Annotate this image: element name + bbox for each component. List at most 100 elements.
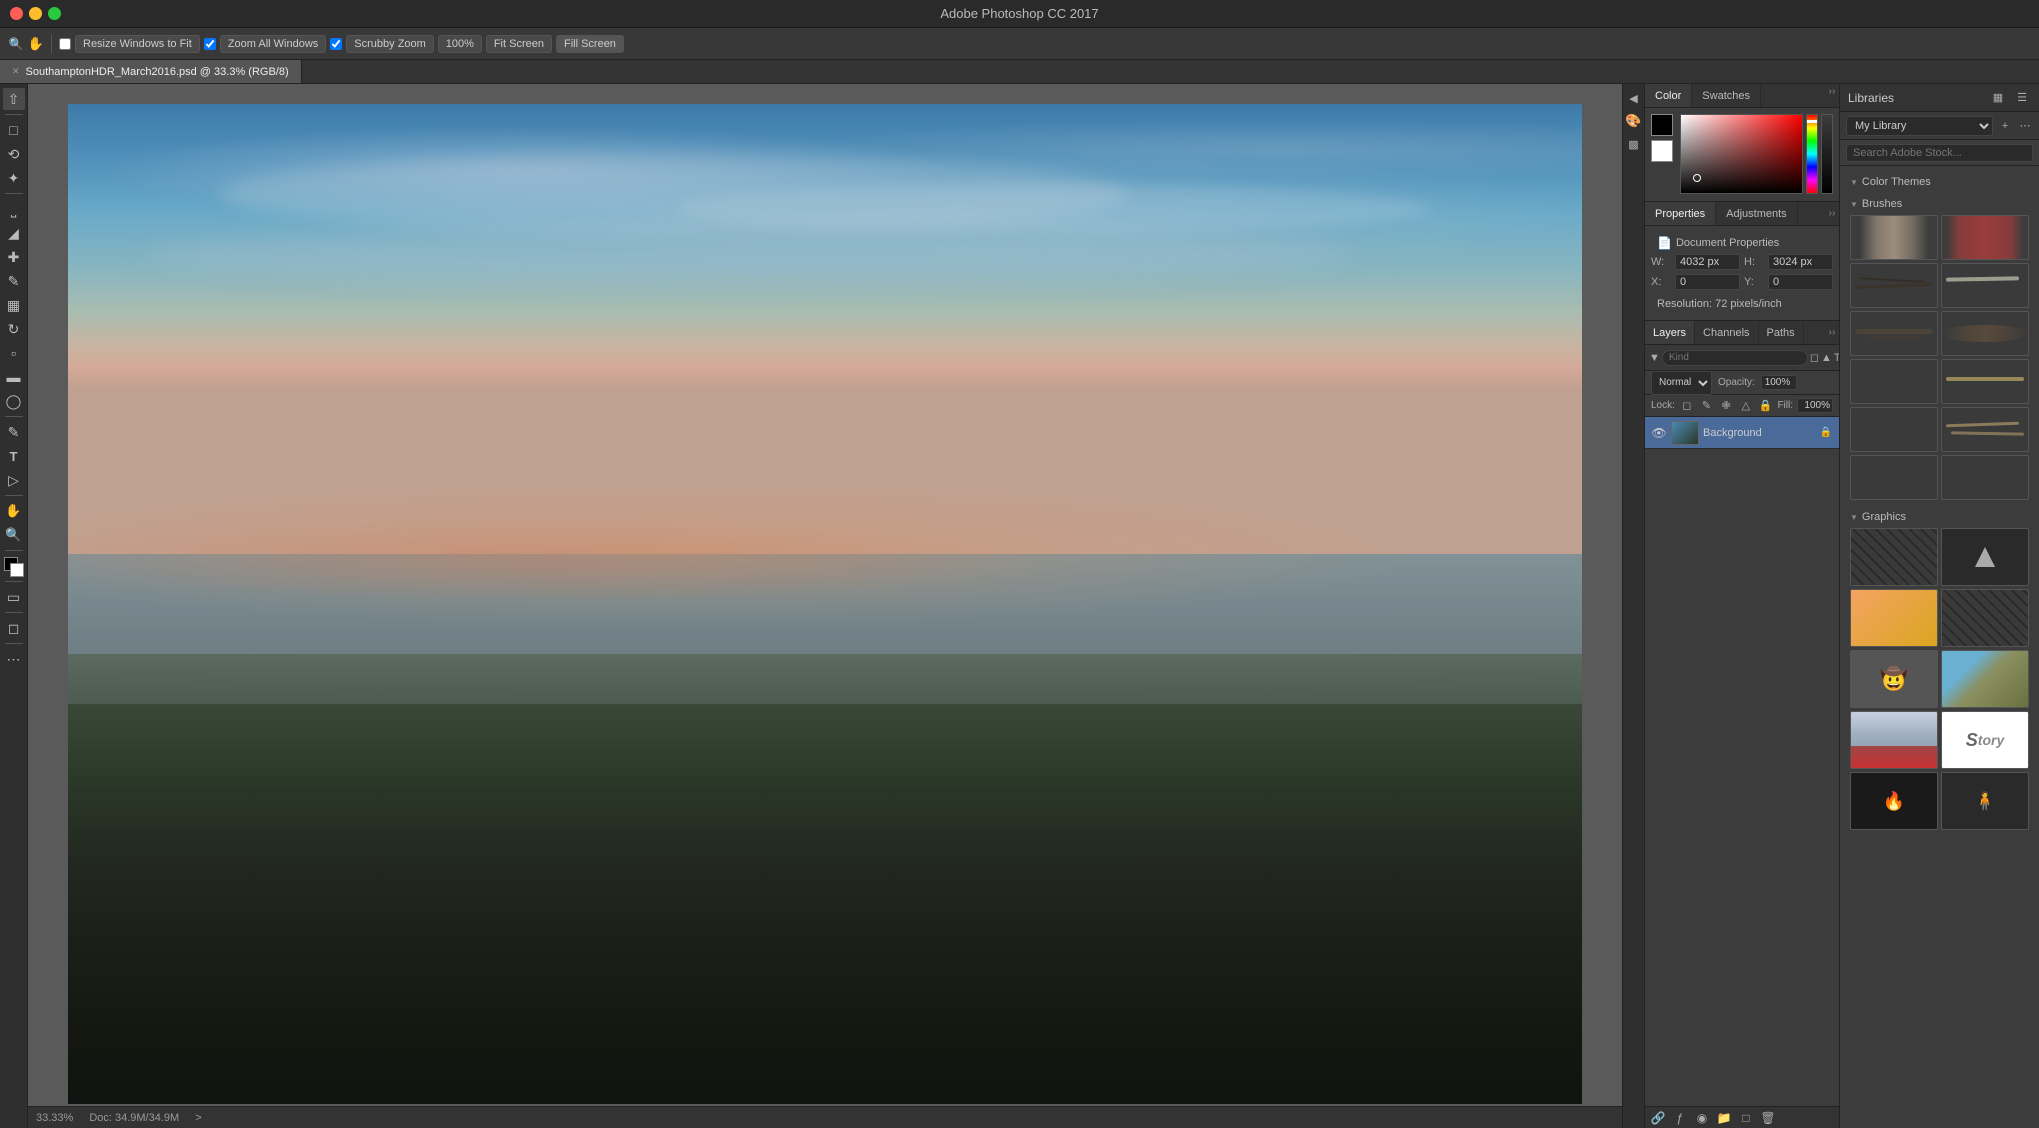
library-select[interactable]: My Library <box>1846 116 1993 136</box>
brush-item-3[interactable] <box>1850 263 1938 308</box>
graphics-item-7[interactable] <box>1850 711 1938 769</box>
document-tab[interactable]: ✕ SouthamptonHDR_March2016.psd @ 33.3% (… <box>0 60 302 83</box>
graphics-item-9[interactable]: 🔥 <box>1850 772 1938 830</box>
y-value[interactable]: 0 <box>1768 274 1833 290</box>
stamp-tool[interactable]: ▦ <box>3 294 25 316</box>
layer-visibility-toggle[interactable]: 👁 <box>1651 425 1667 441</box>
search-icon[interactable]: 🔍 <box>8 36 24 52</box>
lock-artboard-btn[interactable]: △ <box>1738 398 1754 414</box>
mini-tool-btn-2[interactable]: ▩ <box>1624 134 1644 154</box>
opacity-input[interactable] <box>1761 375 1797 390</box>
width-value[interactable]: 4032 px <box>1675 254 1740 270</box>
graphics-item-2[interactable] <box>1941 528 2029 586</box>
brush-item-11[interactable] <box>1850 455 1938 500</box>
graphics-item-5[interactable]: 🤠 <box>1850 650 1938 708</box>
lock-all-btn[interactable]: 🔒 <box>1758 398 1774 414</box>
resize-windows-btn[interactable]: Resize Windows to Fit <box>75 35 200 53</box>
layers-panel-close[interactable]: ›› <box>1825 326 1839 340</box>
brush-item-5[interactable] <box>1850 311 1938 356</box>
heal-tool[interactable]: ✚ <box>3 246 25 268</box>
brush-item-12[interactable] <box>1941 455 2029 500</box>
tab-paths[interactable]: Paths <box>1759 321 1804 344</box>
gradient-tool[interactable]: ▬ <box>3 366 25 388</box>
x-value[interactable]: 0 <box>1675 274 1740 290</box>
tab-adjustments[interactable]: Adjustments <box>1716 202 1798 225</box>
graphics-header[interactable]: ▼ Graphics <box>1850 509 2029 525</box>
library-list-view-btn[interactable]: ☰ <box>2013 89 2031 107</box>
library-grid-view-btn[interactable]: ▦ <box>1989 89 2007 107</box>
brush-item-4[interactable] <box>1941 263 2029 308</box>
hand-tool-btn[interactable]: ✋ <box>28 36 44 52</box>
scrubby-zoom-btn[interactable]: Scrubby Zoom <box>346 35 434 53</box>
brushes-header[interactable]: ▼ Brushes <box>1850 196 2029 212</box>
color-picker-gradient[interactable] <box>1680 114 1803 194</box>
close-button[interactable] <box>10 7 23 20</box>
alpha-strip[interactable] <box>1821 114 1833 194</box>
layers-filter-adjust[interactable]: ▲ <box>1821 348 1832 368</box>
library-add-btn[interactable]: + <box>1997 118 2013 134</box>
filter-type-icon[interactable]: ▼ <box>1649 348 1660 368</box>
tab-close-icon[interactable]: ✕ <box>12 66 20 77</box>
graphics-item-8[interactable]: S tory <box>1941 711 2029 769</box>
history-tool[interactable]: ↻ <box>3 318 25 340</box>
move-tool[interactable]: ⇧ <box>3 88 25 110</box>
add-mask-btn[interactable]: ◉ <box>1693 1109 1711 1127</box>
graphics-item-1[interactable] <box>1850 528 1938 586</box>
pen-tool[interactable]: ✎ <box>3 421 25 443</box>
mini-tool-btn-1[interactable]: 🎨 <box>1624 111 1644 131</box>
hand-tool[interactable]: ✋ <box>3 500 25 522</box>
new-layer-btn[interactable]: □ <box>1737 1109 1755 1127</box>
brush-item-6[interactable] <box>1941 311 2029 356</box>
background-swatch[interactable] <box>1651 140 1673 162</box>
add-style-btn[interactable]: ƒ <box>1671 1109 1689 1127</box>
brush-item-8[interactable] <box>1941 359 2029 404</box>
scrubby-zoom-check[interactable] <box>330 38 342 50</box>
crop-tool[interactable]: ⎵ <box>3 198 25 220</box>
color-themes-header[interactable]: ▼ Color Themes <box>1850 174 2029 190</box>
link-layers-btn[interactable]: 🔗 <box>1649 1109 1667 1127</box>
brush-tool[interactable]: ✎ <box>3 270 25 292</box>
eraser-tool[interactable]: ▫ <box>3 342 25 364</box>
tab-swatches[interactable]: Swatches <box>1692 84 1761 107</box>
eyedropper-tool[interactable]: ◢ <box>3 222 25 244</box>
foreground-swatch[interactable] <box>1651 114 1673 136</box>
height-value[interactable]: 3024 px <box>1768 254 1833 270</box>
lasso-tool[interactable]: ⟲ <box>3 143 25 165</box>
more-tools-btn[interactable]: ⋯ <box>3 648 25 670</box>
lock-position-btn[interactable]: ✙ <box>1718 398 1734 414</box>
type-tool[interactable]: T <box>3 445 25 467</box>
quick-mask-tool[interactable]: ▭ <box>3 586 25 608</box>
library-more-btn[interactable]: ⋯ <box>2017 118 2033 134</box>
color-panel-close[interactable]: ›› <box>1825 84 1839 98</box>
new-group-btn[interactable]: 📁 <box>1715 1109 1733 1127</box>
mini-collapse-btn[interactable]: ◀ <box>1624 88 1644 108</box>
magic-wand-tool[interactable]: ✦ <box>3 167 25 189</box>
dodge-tool[interactable]: ◯ <box>3 390 25 412</box>
tab-color[interactable]: Color <box>1645 84 1692 107</box>
graphics-item-6[interactable] <box>1941 650 2029 708</box>
layers-search-input[interactable] <box>1662 350 1808 366</box>
lock-transparent-btn[interactable]: ◻ <box>1679 398 1695 414</box>
delete-layer-btn[interactable]: 🗑 <box>1759 1109 1777 1127</box>
zoom-tool[interactable]: 🔍 <box>3 524 25 546</box>
brush-item-7[interactable] <box>1850 359 1938 404</box>
minimize-button[interactable] <box>29 7 42 20</box>
zoom-all-check[interactable] <box>204 38 216 50</box>
hue-strip[interactable] <box>1806 114 1818 194</box>
fit-screen-btn[interactable]: Fit Screen <box>486 35 552 53</box>
fill-screen-btn[interactable]: Fill Screen <box>556 35 624 53</box>
zoom-all-btn[interactable]: Zoom All Windows <box>220 35 326 53</box>
zoom-level-display[interactable]: 100% <box>438 35 482 53</box>
tab-layers[interactable]: Layers <box>1645 321 1695 344</box>
blend-mode-select[interactable]: Normal <box>1651 371 1712 395</box>
brush-item-1[interactable] <box>1850 215 1938 260</box>
canvas-container[interactable] <box>68 104 1582 1104</box>
screen-mode-tool[interactable]: ◻ <box>3 617 25 639</box>
layer-background[interactable]: 👁 Background 🔒 <box>1645 417 1839 449</box>
brush-item-9[interactable] <box>1850 407 1938 452</box>
maximize-button[interactable] <box>48 7 61 20</box>
layers-filter-pixel[interactable]: ◻ <box>1810 348 1819 368</box>
graphics-item-4[interactable] <box>1941 589 2029 647</box>
brush-item-2[interactable] <box>1941 215 2029 260</box>
marquee-tool[interactable]: □ <box>3 119 25 141</box>
